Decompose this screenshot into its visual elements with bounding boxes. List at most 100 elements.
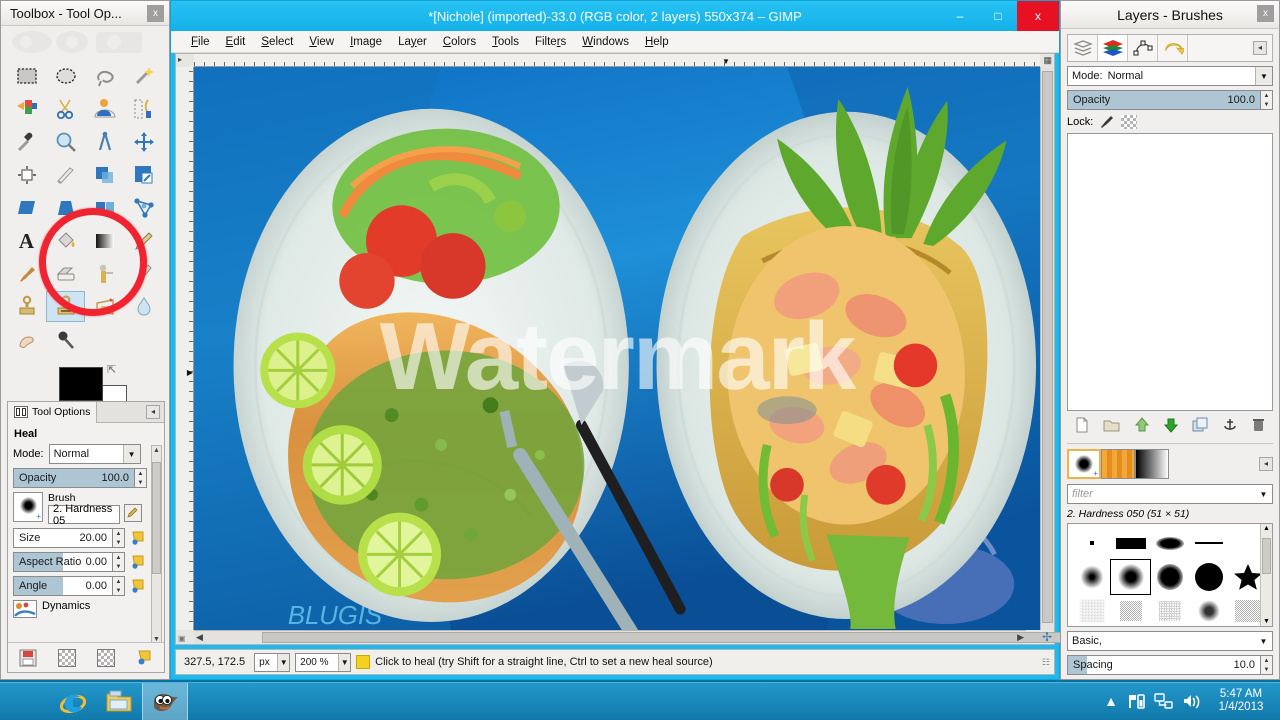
menu-help[interactable]: Help [637, 34, 677, 50]
tool-scale[interactable] [124, 159, 163, 190]
taskbar-file-explorer[interactable] [96, 683, 142, 720]
new-layer-icon[interactable] [1074, 417, 1090, 433]
image-canvas[interactable]: BLUGIS Watermark [194, 67, 1040, 630]
tool-color-picker[interactable] [7, 126, 46, 157]
tool-measure[interactable] [85, 126, 124, 157]
brush-cell-hardness-100[interactable] [1190, 560, 1229, 594]
aspect-stepper[interactable]: ▲ ▼ [113, 552, 125, 572]
brushes-menu-button[interactable]: ◂ [1259, 457, 1273, 471]
tool-paths[interactable] [124, 93, 163, 124]
menu-tools[interactable]: Tools [484, 34, 527, 50]
tool-blend[interactable] [85, 225, 124, 256]
foreground-color-swatch[interactable] [59, 367, 103, 401]
horizontal-ruler[interactable]: ▼ [194, 54, 1040, 67]
spacing-slider[interactable]: Spacing 10.0 [1067, 655, 1261, 675]
vertical-ruler[interactable]: ▶ [176, 67, 194, 630]
brush-cell-texture-04[interactable] [1190, 594, 1229, 626]
scroll-right-icon[interactable]: ▶ [1017, 632, 1024, 643]
tool-flip[interactable] [85, 192, 124, 223]
tool-foreground-select[interactable] [85, 93, 124, 124]
lower-layer-icon[interactable] [1163, 417, 1179, 433]
brush-tag-select[interactable]: Basic, ▼ [1067, 631, 1273, 651]
toolbox-close-button[interactable]: x [147, 5, 164, 22]
tab-undo-history[interactable] [1158, 35, 1188, 61]
size-stepper[interactable]: ▲ ▼ [113, 528, 125, 548]
swap-colors-icon[interactable]: ⇱ [107, 363, 116, 376]
mode-select[interactable]: Normal ▼ [48, 444, 141, 464]
tool-rotate[interactable] [85, 159, 124, 190]
menu-filters[interactable]: Filters [527, 34, 574, 50]
lock-pixels-brush-icon[interactable] [1099, 115, 1115, 129]
tool-ellipse-select[interactable] [46, 60, 85, 91]
tool-blur-sharpen[interactable] [124, 291, 163, 322]
brush-cell-line-01[interactable] [1190, 526, 1229, 560]
tool-pencil[interactable] [124, 225, 163, 256]
tool-dodge-burn[interactable] [46, 324, 85, 355]
menu-file[interactable]: File [183, 34, 218, 50]
unit-select[interactable]: px ▼ [254, 652, 291, 672]
dock-menu-button[interactable]: ◂ [1253, 41, 1267, 55]
menu-colors[interactable]: Colors [435, 34, 484, 50]
canvas-vertical-scrollbar[interactable] [1040, 67, 1054, 630]
layer-mode-select[interactable]: Mode: Normal ▼ [1067, 66, 1273, 86]
taskbar-gimp[interactable] [142, 682, 188, 720]
taskbar-internet-explorer[interactable] [50, 683, 96, 720]
layer-opacity-stepper[interactable]: ▲ ▼ [1261, 90, 1273, 110]
tool-select-by-color[interactable] [7, 93, 46, 124]
angle-stepper[interactable]: ▲ ▼ [113, 576, 125, 596]
volume-speaker-icon[interactable] [1182, 693, 1201, 709]
tab-brushes[interactable]: + [1067, 449, 1101, 479]
tool-paintbrush[interactable] [7, 258, 46, 289]
tool-zoom[interactable] [46, 126, 85, 157]
tool-options-menu-button[interactable]: ◂ [146, 405, 160, 419]
new-layer-group-icon[interactable] [1103, 417, 1120, 433]
menu-image[interactable]: Image [342, 34, 390, 50]
brush-cell-blob-01[interactable] [1150, 526, 1189, 560]
layer-list[interactable] [1067, 133, 1273, 411]
menu-corner-icon[interactable]: ▸ [178, 55, 182, 64]
brush-cell-texture-02[interactable] [1111, 594, 1150, 626]
clock[interactable]: 5:47 AM 1/4/2013 [1210, 688, 1272, 714]
raise-layer-icon[interactable] [1134, 417, 1150, 433]
tool-crop[interactable] [46, 159, 85, 190]
tool-options-scrollbar[interactable]: ▲ ▼ [151, 445, 162, 645]
opacity-stepper[interactable]: ▲ ▼ [135, 468, 147, 488]
dock-close-button[interactable]: x [1257, 5, 1274, 22]
menu-windows[interactable]: Windows [574, 34, 637, 50]
opacity-slider[interactable]: Opacity 100.0 [13, 468, 135, 488]
brush-preview[interactable]: + [13, 492, 43, 522]
brush-cell-hardness-050[interactable] [1110, 559, 1152, 595]
resize-grip-icon[interactable]: ☷ [1042, 657, 1050, 668]
brush-cell-hardness-075[interactable] [1150, 560, 1189, 594]
aspect-ratio-slider[interactable]: Aspect Ratio 0.00 [13, 552, 113, 572]
tab-paths[interactable] [1128, 35, 1158, 61]
scroll-left-icon[interactable]: ◀ [196, 632, 203, 643]
tool-perspective-clone[interactable] [85, 291, 124, 322]
vertical-scrollbar-thumb[interactable] [1042, 71, 1053, 623]
quick-mask-button[interactable]: ▣ [178, 634, 186, 643]
tool-smudge[interactable] [7, 324, 46, 355]
edit-brush-icon[interactable] [124, 504, 142, 522]
tool-fuzzy-select[interactable] [124, 60, 163, 91]
duplicate-layer-icon[interactable] [1192, 417, 1208, 433]
tab-channels[interactable] [1098, 35, 1128, 61]
brush-scrollbar-thumb[interactable] [1262, 538, 1271, 574]
tool-free-select[interactable] [85, 60, 124, 91]
tool-align[interactable] [7, 159, 46, 190]
brush-scroll-down-icon[interactable]: ▼ [1261, 618, 1272, 625]
navigation-preview-button[interactable]: ✢ [1040, 630, 1054, 644]
reset-tool-options-icon[interactable] [136, 649, 154, 667]
maximize-button[interactable]: □ [979, 1, 1017, 31]
tab-gradients[interactable] [1135, 449, 1169, 479]
anchor-layer-icon[interactable] [1222, 417, 1238, 433]
tool-text[interactable]: A [7, 225, 46, 256]
menu-view[interactable]: View [301, 34, 342, 50]
zoom-image-icon[interactable]: ▦ [1043, 55, 1052, 66]
tool-airbrush[interactable] [85, 258, 124, 289]
canvas-horizontal-scrollbar[interactable] [194, 630, 1280, 644]
angle-slider[interactable]: Angle 0.00 [13, 576, 113, 596]
minimize-button[interactable]: – [941, 1, 979, 31]
tool-bucket-fill[interactable] [46, 225, 85, 256]
brush-cell-texture-03[interactable] [1150, 594, 1189, 626]
tool-heal[interactable] [46, 291, 85, 322]
